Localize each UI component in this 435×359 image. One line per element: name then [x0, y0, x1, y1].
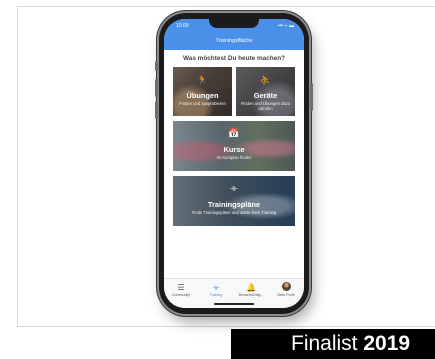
tab-label: Training [209, 293, 223, 297]
notch [209, 19, 259, 28]
banner-year: 2019 [363, 332, 411, 355]
phone-mockup: 10:00 ••• ⌁ ▬ Trainingsfläche Was möchte… [155, 13, 313, 314]
dumbbell-icon: ⟛ [229, 183, 239, 193]
mute-switch [155, 61, 158, 71]
card-kurse[interactable]: 📅 Kurse Im Kursplan finden [173, 121, 295, 171]
page-title: Trainingsfläche [215, 38, 253, 44]
card-subtitle-text: Finden und Übungen dazu abrufen [240, 101, 291, 111]
card-subtitle: Finden und Übungen dazu abrufen [236, 101, 295, 111]
finalist-banner: Finalist 2019 [231, 329, 435, 359]
tab-training[interactable]: ⟛ Training [202, 282, 230, 297]
volume-down-button [155, 101, 158, 119]
tab-label: Mein Profil [277, 293, 295, 297]
calendar-icon: 📅 [228, 128, 240, 138]
avatar [281, 282, 291, 291]
tab-mein-profil[interactable]: Mein Profil [272, 282, 300, 297]
signal-wifi-battery-icon: ••• ⌁ ▬ [277, 23, 294, 29]
card-trainingsplaene[interactable]: ⟛ Trainingspläne Finde Trainingspläne un… [173, 176, 295, 226]
card-subtitle: Finde Trainingspläne und starte Dein Tra… [191, 210, 277, 215]
tab-label: Benachrichtig... [238, 293, 264, 297]
treadmill-icon: ⛹ [259, 75, 272, 85]
power-button [310, 83, 313, 111]
tab-community[interactable]: ☰ Community [167, 282, 195, 297]
card-subtitle: Im Kursplan finden [216, 155, 252, 160]
home-indicator [214, 303, 254, 305]
card-title: Übungen [186, 91, 219, 100]
card-geraete[interactable]: ⛹ Geräte Finden und Übungen dazu abrufen [236, 67, 295, 116]
volume-up-button [155, 79, 158, 97]
prompt-heading: Was möchtest Du heute machen? [182, 55, 286, 62]
tab-label: Community [171, 293, 191, 297]
app-screen: 10:00 ••• ⌁ ▬ Trainingsfläche Was möchte… [164, 19, 304, 308]
tab-benachrichtigungen[interactable]: 🔔 Benachrichtig... [237, 282, 265, 297]
card-title: Geräte [253, 91, 278, 100]
dumbbell-icon: ⟛ [212, 283, 220, 292]
card-subtitle: Finden und ausprobieren [179, 101, 226, 106]
status-time: 10:00 [176, 23, 189, 29]
exercise-person-icon: 🏃 [196, 75, 209, 85]
bell-icon: 🔔 [246, 283, 256, 292]
banner-text: Finalist [291, 332, 364, 355]
nav-bar: Trainingsfläche [164, 33, 304, 50]
card-title: Trainingspläne [207, 200, 261, 209]
card-title: Kurse [223, 145, 245, 154]
card-uebungen[interactable]: 🏃 Übungen Finden und ausprobieren [173, 67, 232, 116]
list-icon: ☰ [177, 283, 185, 292]
